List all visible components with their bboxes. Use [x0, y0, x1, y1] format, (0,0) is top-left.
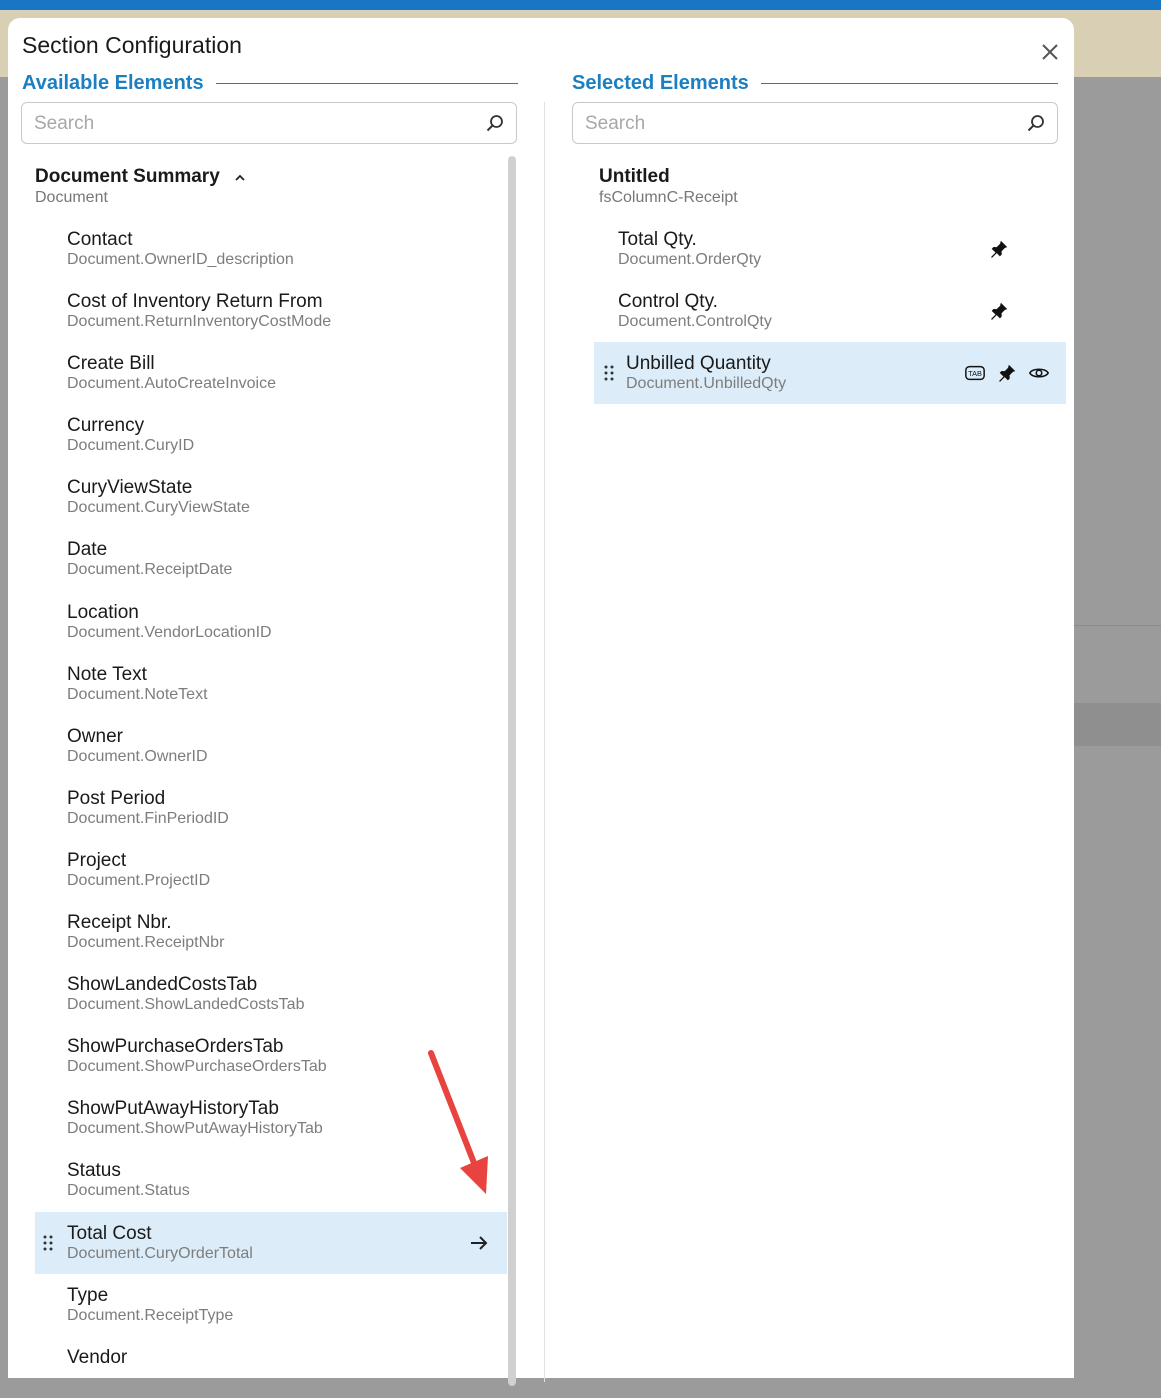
pin-icon[interactable] [996, 362, 1018, 384]
item-path: Document.CuryOrderTotal [67, 1244, 253, 1262]
list-item[interactable]: Total Qty. Document.OrderQty [586, 218, 1058, 280]
panel-divider [544, 102, 545, 1382]
eye-icon[interactable] [1028, 362, 1050, 384]
selected-elements-list: Total Qty. Document.OrderQty Control Qty… [586, 218, 1066, 404]
background-band [1074, 703, 1161, 746]
list-item[interactable]: ShowLandedCostsTab Document.ShowLandedCo… [35, 963, 507, 1025]
list-item[interactable]: ShowPutAwayHistoryTab Document.ShowPutAw… [35, 1087, 507, 1149]
item-path: Document.VendorLocationID [67, 623, 272, 641]
list-item[interactable]: ShowPurchaseOrdersTab Document.ShowPurch… [35, 1025, 507, 1087]
item-name: Location [67, 601, 139, 623]
item-path: Document.ProjectID [67, 871, 211, 889]
drag-handle-icon[interactable] [43, 1235, 53, 1251]
available-search-box [21, 102, 517, 145]
tab-icon[interactable]: TAB [964, 362, 986, 384]
available-heading-rule [215, 82, 518, 84]
item-path: Document.ShowPurchaseOrdersTab [67, 1058, 327, 1076]
list-item[interactable]: Create Bill Document.AutoCreateInvoice [35, 342, 507, 404]
drag-handle-icon[interactable] [604, 365, 614, 381]
list-item[interactable]: Location Document.VendorLocationID [35, 591, 507, 653]
item-path: Document.ReturnInventoryCostMode [67, 313, 332, 331]
item-name: Contact [67, 229, 133, 250]
dialog-title: Section Configuration [22, 32, 242, 58]
list-item[interactable]: CuryViewState Document.CuryViewState [35, 466, 507, 528]
selected-search-input[interactable] [583, 103, 1017, 145]
list-item[interactable]: Receipt Nbr. Document.ReceiptNbr [35, 901, 507, 963]
scrollbar[interactable] [508, 156, 516, 1386]
list-item[interactable]: Owner Document.OwnerID [35, 715, 507, 777]
item-path: Document.FinPeriodID [67, 809, 229, 827]
item-name: Create Bill [67, 353, 155, 375]
svg-text:TAB: TAB [968, 369, 982, 378]
item-name: ShowLandedCostsTab [67, 974, 258, 996]
arrow-right-icon[interactable] [469, 1233, 489, 1253]
item-path: Document.AutoCreateInvoice [67, 375, 276, 393]
item-name: Cost of Inventory Return From [67, 291, 323, 313]
list-item[interactable]: Post Period Document.FinPeriodID [35, 777, 507, 839]
item-name: Note Text [67, 663, 147, 685]
list-item[interactable]: Status Document.Status [35, 1149, 507, 1211]
item-path: Document.NoteText [67, 685, 208, 703]
item-path: Document.Status [67, 1182, 190, 1200]
close-button[interactable] [1038, 40, 1062, 64]
list-item[interactable]: Type Document.ReceiptType [35, 1274, 507, 1336]
list-item[interactable]: Project Document.ProjectID [35, 839, 507, 901]
background-divider [1074, 625, 1161, 626]
group-document-summary[interactable]: Document Summary Document [35, 166, 246, 207]
item-name: Date [67, 539, 108, 561]
item-name: ShowPutAwayHistoryTab [67, 1098, 279, 1120]
item-name: Receipt Nbr. [67, 912, 172, 934]
selected-search-box [572, 102, 1058, 145]
search-icon[interactable] [486, 114, 504, 132]
available-elements-title: Available Elements [22, 71, 204, 94]
item-name: CuryViewState [67, 477, 193, 499]
selected-elements-title: Selected Elements [572, 71, 749, 94]
group-title: Document Summary [35, 166, 220, 187]
app-top-bar [0, 0, 1161, 10]
item-path: Document.OwnerID [67, 747, 208, 765]
item-path: Document.OwnerID_description [67, 251, 294, 268]
selected-elements-header: Selected Elements [572, 70, 1058, 96]
item-name: Total Cost [67, 1222, 152, 1244]
group-title: Untitled [599, 166, 670, 187]
list-item[interactable]: Cost of Inventory Return From Document.R… [35, 280, 507, 342]
list-item[interactable]: Control Qty. Document.ControlQty [586, 280, 1058, 342]
item-path: Document.ReceiptType [67, 1306, 234, 1324]
list-item-selected[interactable]: Unbilled Quantity Document.UnbilledQty T… [594, 342, 1066, 404]
item-name: Owner [67, 725, 123, 747]
group-subtitle: fsColumnC-Receipt [599, 189, 738, 206]
item-path: Document.ShowPutAwayHistoryTab [67, 1120, 323, 1138]
available-search-input[interactable] [32, 103, 476, 145]
available-elements-header: Available Elements [22, 70, 518, 96]
chevron-up-icon[interactable] [234, 172, 246, 184]
available-elements-list: Contact Document.OwnerID_description Cos… [35, 218, 507, 1398]
item-path: Document.ReceiptDate [67, 561, 233, 579]
item-name: Type [67, 1284, 109, 1306]
list-item-selected[interactable]: Total Cost Document.CuryOrderTotal [35, 1211, 507, 1274]
list-item[interactable]: Currency Document.CuryID [35, 404, 507, 466]
list-item[interactable]: Note Text Document.NoteText [35, 653, 507, 715]
item-path: Document.ReceiptNbr [67, 934, 225, 952]
search-icon[interactable] [1027, 114, 1045, 132]
section-configuration-dialog: Section Configuration Available Elements… [8, 18, 1074, 1386]
list-item[interactable]: Contact Document.OwnerID_description [35, 218, 507, 280]
selected-heading-rule [760, 82, 1058, 84]
item-name: Vendor [67, 1346, 128, 1368]
item-name: Status [67, 1160, 121, 1182]
list-item[interactable]: Date Document.ReceiptDate [35, 528, 507, 590]
item-name: ShowPurchaseOrdersTab [67, 1036, 284, 1058]
close-icon [1042, 44, 1058, 60]
pin-icon[interactable] [988, 238, 1010, 260]
item-path: Document.CuryID [67, 437, 195, 455]
item-name: Post Period [67, 787, 166, 809]
list-item[interactable]: Vendor [35, 1336, 507, 1398]
item-path: Document.ShowLandedCostsTab [67, 996, 305, 1014]
item-name: Currency [67, 415, 145, 437]
item-path: Document.CuryViewState [67, 499, 250, 517]
group-untitled: Untitled fsColumnC-Receipt [599, 166, 738, 207]
group-subtitle: Document [35, 189, 108, 206]
item-name: Project [67, 849, 127, 871]
pin-icon[interactable] [988, 300, 1010, 322]
